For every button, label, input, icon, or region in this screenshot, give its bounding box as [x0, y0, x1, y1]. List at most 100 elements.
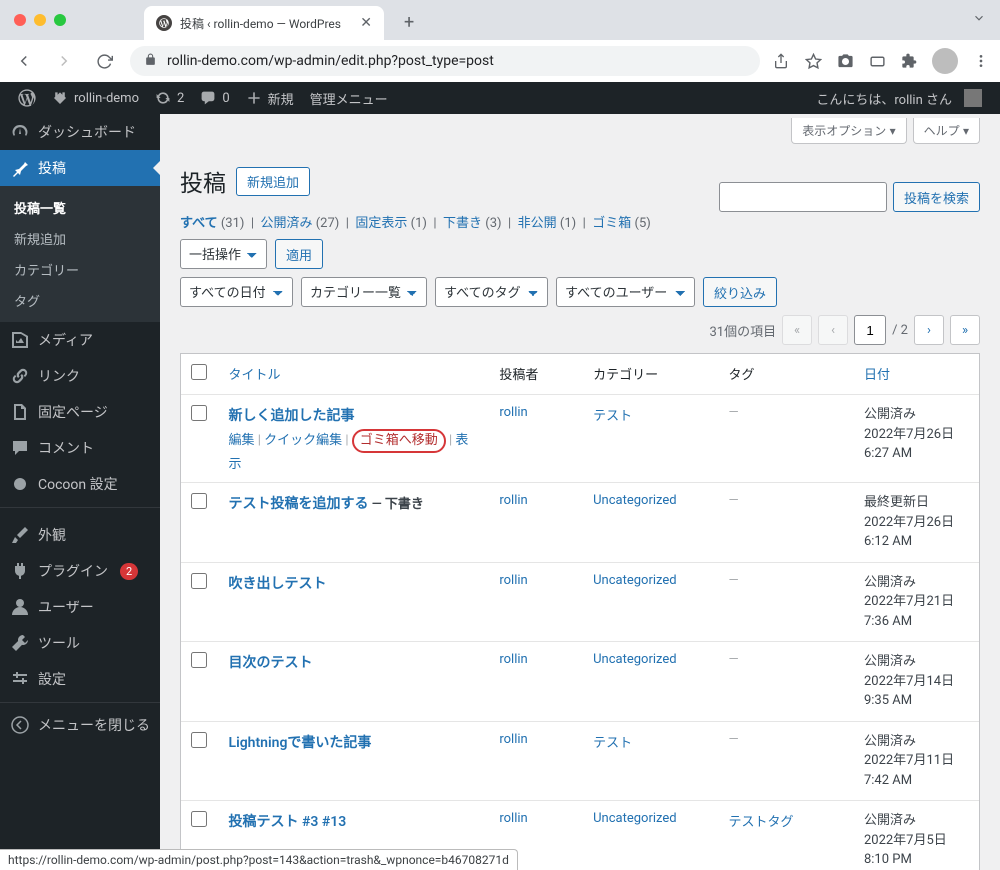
author-link[interactable]: rollin [499, 811, 527, 826]
menu-pages[interactable]: 固定ページ [0, 394, 160, 430]
greeting[interactable]: こんにちは、rollin さん [808, 82, 990, 114]
submenu-categories[interactable]: カテゴリー [0, 254, 160, 285]
author-link[interactable]: rollin [499, 732, 527, 747]
date-filter[interactable]: すべての日付 [180, 277, 293, 307]
share-icon[interactable] [772, 52, 790, 70]
eye-icon[interactable] [868, 52, 886, 70]
back-button[interactable] [10, 47, 38, 75]
row-checkbox[interactable] [191, 493, 207, 509]
menu-tools[interactable]: ツール [0, 625, 160, 661]
menu-comments[interactable]: コメント [0, 430, 160, 466]
profile-avatar[interactable] [932, 48, 958, 74]
edit-link[interactable]: 編集 [229, 433, 255, 448]
row-checkbox[interactable] [191, 732, 207, 748]
menu-settings[interactable]: 設定 [0, 661, 160, 697]
admin-menu-link[interactable]: 管理メニュー [302, 82, 396, 114]
table-row: 新しく追加した記事編集 | クイック編集 | ゴミ箱へ移動 | 表示rollin… [181, 395, 979, 483]
menu-cocoon[interactable]: Cocoon 設定 [0, 466, 160, 502]
filter-sticky[interactable]: 固定表示 [355, 216, 407, 231]
browser-tab[interactable]: 投稿 ‹ rollin-demo — WordPres ✕ [144, 6, 384, 40]
minimize-window-icon[interactable] [34, 14, 46, 26]
new-link[interactable]: 新規 [238, 82, 302, 114]
menu-plugins[interactable]: プラグイン2 [0, 553, 160, 589]
chevron-down-icon[interactable] [972, 11, 986, 29]
row-checkbox[interactable] [191, 652, 207, 668]
filter-published[interactable]: 公開済み [260, 216, 312, 231]
menu-dashboard[interactable]: ダッシュボード [0, 114, 160, 150]
tag-filter[interactable]: すべてのタグ [435, 277, 548, 307]
post-title-link[interactable]: Lightningで書いた記事 [229, 735, 372, 751]
last-page-button[interactable]: » [950, 315, 980, 345]
post-title-link[interactable]: 吹き出しテスト [229, 576, 327, 592]
row-checkbox[interactable] [191, 405, 207, 421]
row-tag-link[interactable]: テストタグ [729, 815, 794, 830]
new-tab-button[interactable]: + [404, 12, 414, 33]
tab-close-icon[interactable]: ✕ [360, 15, 372, 31]
submenu-new-post[interactable]: 新規追加 [0, 223, 160, 254]
category-link[interactable]: Uncategorized [593, 652, 676, 667]
menu-appearance[interactable]: 外観 [0, 517, 160, 553]
kebab-menu-icon[interactable] [972, 52, 990, 70]
filter-button[interactable]: 絞り込み [703, 277, 777, 307]
post-title-link[interactable]: 新しく追加した記事 [229, 408, 355, 424]
search-button[interactable]: 投稿を検索 [893, 182, 980, 212]
help-button[interactable]: ヘルプ ▾ [913, 118, 980, 144]
add-new-button[interactable]: 新規追加 [236, 167, 310, 196]
apply-button[interactable]: 適用 [275, 239, 323, 269]
bulk-action-select[interactable]: 一括操作 [180, 239, 267, 269]
category-link[interactable]: Uncategorized [593, 811, 676, 826]
quick-edit-link[interactable]: クイック編集 [264, 433, 342, 448]
extensions-icon[interactable] [900, 52, 918, 70]
trash-link[interactable]: ゴミ箱へ移動 [360, 433, 438, 448]
category-link[interactable]: Uncategorized [593, 493, 676, 508]
filter-trash[interactable]: ゴミ箱 [592, 216, 631, 231]
author-link[interactable]: rollin [499, 652, 527, 667]
col-tags: タグ [719, 354, 854, 395]
search-input[interactable] [719, 182, 887, 212]
post-title-link[interactable]: 投稿テスト #3 #13 [229, 814, 347, 830]
comments-link[interactable]: 0 [192, 82, 237, 114]
post-title-link[interactable]: テスト投稿を追加する [229, 496, 369, 512]
row-checkbox[interactable] [191, 811, 207, 827]
date-cell: 公開済み2022年7月26日 6:27 AM [854, 395, 979, 483]
filter-private[interactable]: 非公開 [518, 216, 557, 231]
menu-media[interactable]: メディア [0, 322, 160, 358]
wp-logo-icon[interactable] [10, 82, 44, 114]
category-link[interactable]: テスト [593, 409, 632, 424]
browser-status-bar: https://rollin-demo.com/wp-admin/post.ph… [0, 849, 518, 870]
author-link[interactable]: rollin [499, 493, 527, 508]
date-cell: 公開済み2022年7月11日 7:42 AM [854, 722, 979, 802]
col-categories: カテゴリー [583, 354, 718, 395]
category-link[interactable]: テスト [593, 736, 632, 751]
select-all-checkbox[interactable] [191, 364, 207, 380]
category-filter[interactable]: カテゴリー一覧 [301, 277, 427, 307]
browser-chrome: 投稿 ‹ rollin-demo — WordPres ✕ + rollin-d… [0, 0, 1000, 82]
menu-collapse[interactable]: メニューを閉じる [0, 707, 160, 743]
menu-users[interactable]: ユーザー [0, 589, 160, 625]
camera-icon[interactable] [836, 52, 854, 70]
next-page-button[interactable]: › [914, 315, 944, 345]
author-link[interactable]: rollin [499, 405, 527, 420]
close-window-icon[interactable] [14, 14, 26, 26]
submenu-tags[interactable]: タグ [0, 285, 160, 316]
post-title-link[interactable]: 目次のテスト [229, 655, 313, 671]
address-bar[interactable]: rollin-demo.com/wp-admin/edit.php?post_t… [130, 46, 760, 76]
category-link[interactable]: Uncategorized [593, 573, 676, 588]
menu-links[interactable]: リンク [0, 358, 160, 394]
current-page-input[interactable] [854, 315, 886, 345]
reload-button[interactable] [90, 47, 118, 75]
brush-icon [10, 525, 30, 545]
filter-draft[interactable]: 下書き [443, 216, 482, 231]
submenu-all-posts[interactable]: 投稿一覧 [0, 192, 160, 223]
menu-posts[interactable]: 投稿 [0, 150, 160, 186]
author-link[interactable]: rollin [499, 573, 527, 588]
filter-all[interactable]: すべて [180, 216, 218, 231]
updates-link[interactable]: 2 [147, 82, 192, 114]
maximize-window-icon[interactable] [54, 14, 66, 26]
screen-options-button[interactable]: 表示オプション ▾ [791, 118, 906, 144]
star-icon[interactable] [804, 52, 822, 70]
user-filter[interactable]: すべてのユーザー [556, 277, 695, 307]
row-checkbox[interactable] [191, 573, 207, 589]
sliders-icon [10, 669, 30, 689]
site-link[interactable]: rollin-demo [44, 82, 147, 114]
